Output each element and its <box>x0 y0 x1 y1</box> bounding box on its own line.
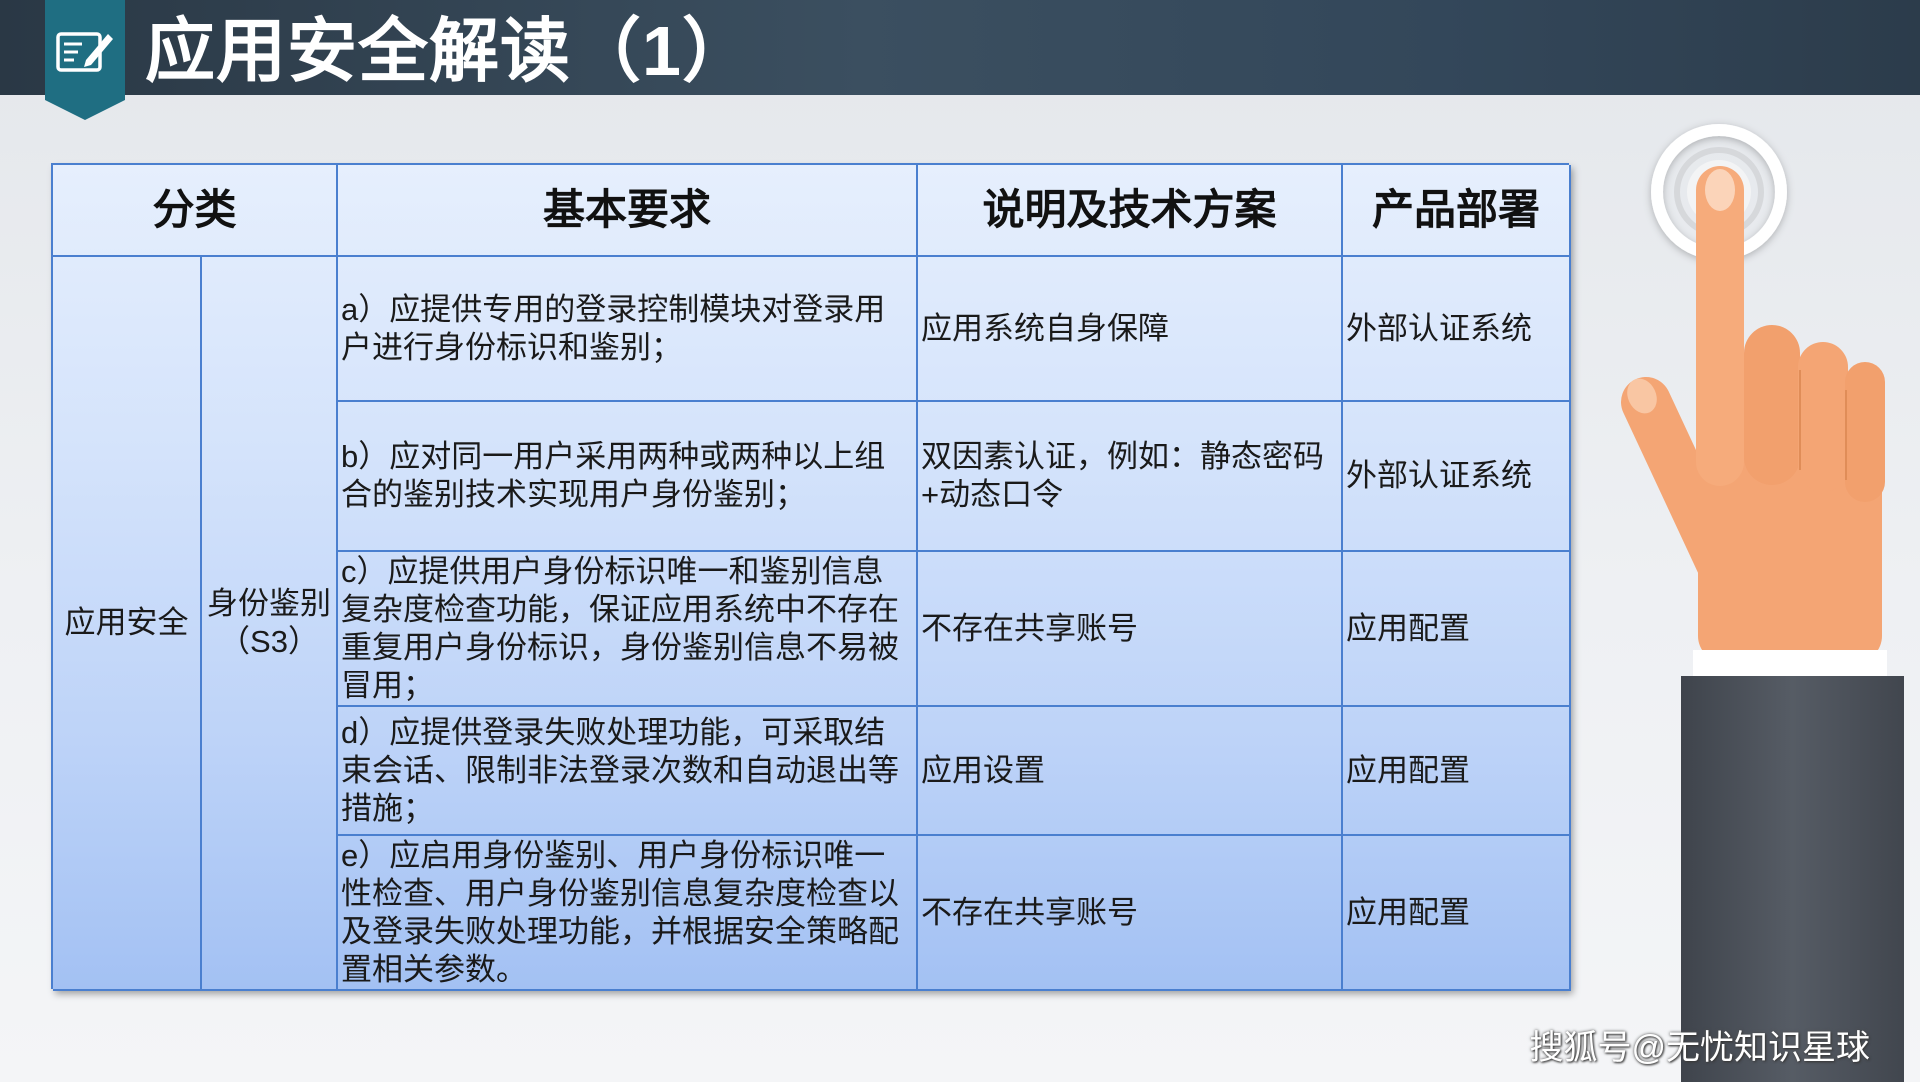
solution-cell: 应用系统自身保障 <box>918 257 1343 402</box>
requirement-cell: b）应对同一用户采用两种或两种以上组合的鉴别技术实现用户身份鉴别； <box>338 402 918 552</box>
pointing-hand-icon <box>1621 124 1904 1082</box>
header-solution: 说明及技术方案 <box>918 165 1343 257</box>
watermark: 搜狐号@无忧知识星球 <box>1529 1029 1870 1067</box>
solution-cell: 不存在共享账号 <box>918 836 1343 991</box>
deployment-cell: 应用配置 <box>1343 707 1571 836</box>
deployment-cell: 应用配置 <box>1343 552 1571 707</box>
edit-note-icon <box>45 0 125 120</box>
header-deployment: 产品部署 <box>1343 165 1571 257</box>
category-cell: 应用安全 <box>53 257 202 991</box>
deployment-cell: 外部认证系统 <box>1343 257 1571 402</box>
deployment-cell: 外部认证系统 <box>1343 402 1571 552</box>
subcategory-cell: 身份鉴别 （S3） <box>202 257 338 991</box>
solution-cell: 应用设置 <box>918 707 1343 836</box>
header-category: 分类 <box>53 165 338 257</box>
security-requirements-table: 分类 基本要求 说明及技术方案 产品部署 应用安全 身份鉴别 （S3） a）应提… <box>51 163 1571 991</box>
subcategory-name: 身份鉴别 <box>207 586 331 621</box>
requirement-cell: c）应提供用户身份标识唯一和鉴别信息复杂度检查功能，保证应用系统中不存在重复用户… <box>338 552 918 707</box>
page-title: 应用安全解读（1） <box>145 12 753 90</box>
header-requirement: 基本要求 <box>338 165 918 257</box>
subcategory-code: （S3） <box>219 624 319 659</box>
requirement-cell: e）应启用身份鉴别、用户身份标识唯一性检查、用户身份鉴别信息复杂度检查以及登录失… <box>338 836 918 991</box>
solution-cell: 双因素认证，例如：静态密码+动态口令 <box>918 402 1343 552</box>
solution-cell: 不存在共享账号 <box>918 552 1343 707</box>
deployment-cell: 应用配置 <box>1343 836 1571 991</box>
requirement-cell: d）应提供登录失败处理功能，可采取结束会话、限制非法登录次数和自动退出等措施； <box>338 707 918 836</box>
requirement-cell: a）应提供专用的登录控制模块对登录用户进行身份标识和鉴别； <box>338 257 918 402</box>
